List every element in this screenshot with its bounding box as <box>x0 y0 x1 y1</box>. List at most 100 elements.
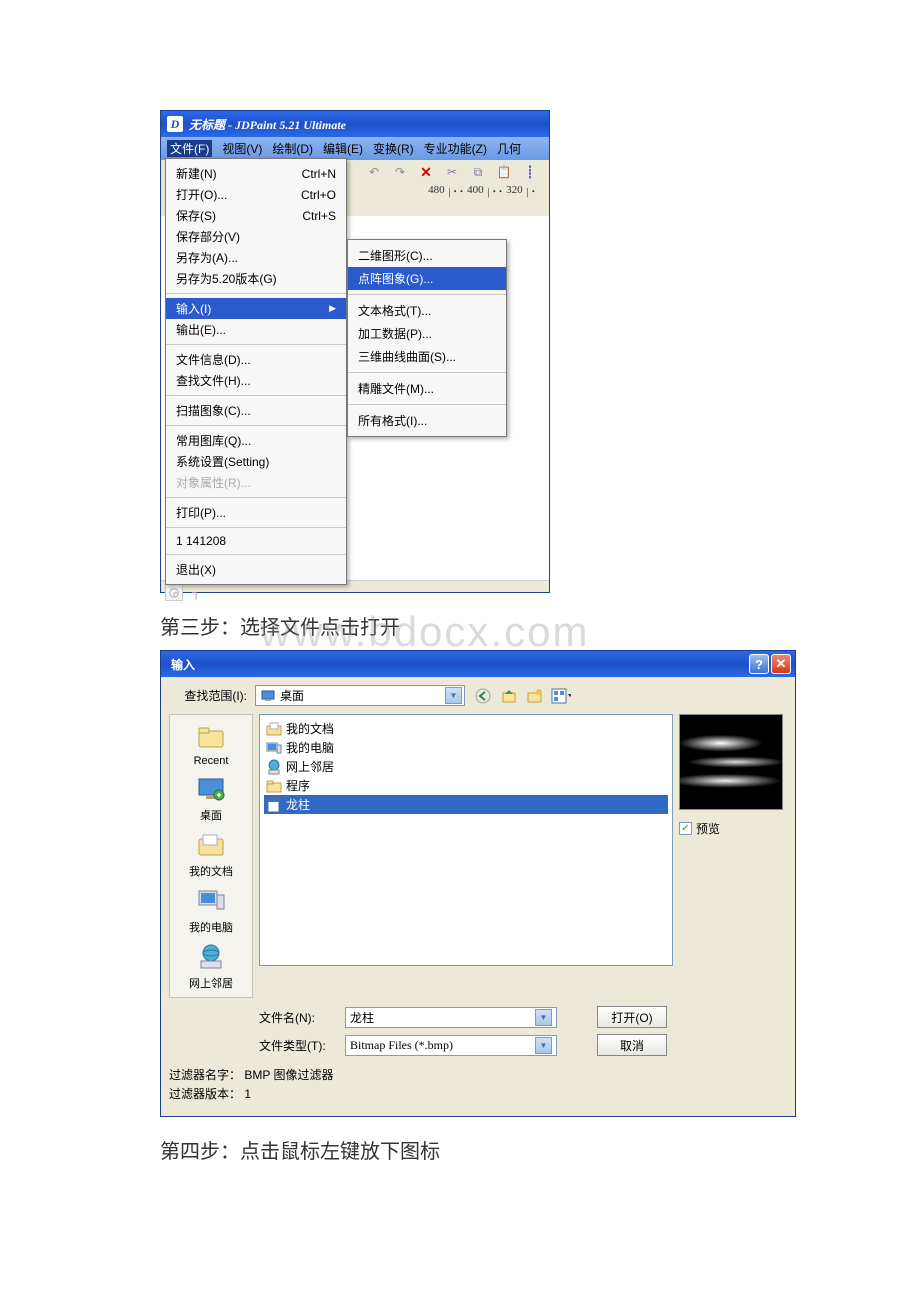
preview-label: 预览 <box>696 820 720 837</box>
help-button[interactable]: ? <box>749 654 769 674</box>
place-network[interactable]: 网上邻居 <box>189 941 233 991</box>
menu-file[interactable]: 文件(F) <box>167 140 212 157</box>
submenu-item[interactable]: 三维曲线曲面(S)... <box>348 345 506 368</box>
up-icon[interactable] <box>499 686 519 706</box>
menu-draw[interactable]: 绘制(D) <box>272 140 313 157</box>
tool-icon-2[interactable]: ┐ <box>187 583 205 601</box>
file-icon <box>266 759 282 775</box>
file-icon <box>266 740 282 756</box>
titlebar[interactable]: D 无标题 - JDPaint 5.21 Ultimate <box>161 111 549 137</box>
menu-view[interactable]: 视图(V) <box>222 140 262 157</box>
menubar: 文件(F) 视图(V) 绘制(D) 编辑(E) 变换(R) 专业功能(Z) 几何 <box>161 137 549 160</box>
menu-item[interactable]: 新建(N)Ctrl+N <box>166 163 346 184</box>
divider-icon: ┋ <box>521 164 539 180</box>
window-title: 无标题 - JDPaint 5.21 Ultimate <box>189 116 346 133</box>
preview-image <box>679 714 783 810</box>
submenu-item[interactable]: 所有格式(I)... <box>348 409 506 432</box>
menu-item[interactable]: 另存为5.20版本(G) <box>166 268 346 289</box>
menu-transform[interactable]: 变换(R) <box>373 140 414 157</box>
file-icon <box>266 721 282 737</box>
menu-item[interactable]: 输入(I)▶ <box>166 298 346 319</box>
menu-pro[interactable]: 专业功能(Z) <box>424 140 487 157</box>
place-recent[interactable]: Recent <box>194 721 229 767</box>
step3-text: 第三步：选择文件点击打开 <box>160 611 920 640</box>
file-icon <box>266 778 282 794</box>
menu-item[interactable]: 常用图库(Q)... <box>166 430 346 451</box>
place-desktop[interactable]: 桌面 <box>195 773 227 823</box>
filter-ver-label: 过滤器版本： <box>169 1087 241 1101</box>
documents-icon <box>195 829 227 861</box>
computer-icon <box>195 885 227 917</box>
submenu-item[interactable]: 二维图形(C)... <box>348 244 506 267</box>
menu-item[interactable]: 保存部分(V) <box>166 226 346 247</box>
chevron-down-icon[interactable]: ▼ <box>535 1037 552 1054</box>
open-dialog: 输入 ? ✕ 查找范围(I): 桌面 <box>160 650 796 1117</box>
submenu-item[interactable]: 加工数据(P)... <box>348 322 506 345</box>
input-submenu: 二维图形(C)...点阵图象(G)... 文本格式(T)...加工数据(P)...… <box>347 239 507 437</box>
place-documents[interactable]: 我的文档 <box>189 829 233 879</box>
copy-icon[interactable]: ⧉ <box>469 164 487 180</box>
checkbox-icon[interactable]: ✓ <box>679 822 692 835</box>
file-icon <box>266 797 282 813</box>
ruler: 480| ꞏ ꞏ 400| ꞏ ꞏ 320| ꞏ <box>428 184 539 199</box>
view-menu-icon[interactable] <box>551 686 571 706</box>
ruler-tick: 320 <box>506 184 523 199</box>
menu-geom[interactable]: 几何 <box>497 140 521 157</box>
file-item[interactable]: 我的文档 <box>264 719 668 738</box>
filter-name-label: 过滤器名字： <box>169 1068 241 1082</box>
file-item[interactable]: 我的电脑 <box>264 738 668 757</box>
chevron-down-icon[interactable] <box>445 687 462 704</box>
menu-item[interactable]: 查找文件(H)... <box>166 370 346 391</box>
menu-edit[interactable]: 编辑(E) <box>323 140 363 157</box>
desktop-place-icon <box>195 773 227 805</box>
menu-item[interactable]: 退出(X) <box>166 559 346 580</box>
step4-text: 第四步：点击鼠标左键放下图标 <box>160 1135 920 1164</box>
file-dropdown: 新建(N)Ctrl+N打开(O)...Ctrl+O保存(S)Ctrl+S保存部分… <box>165 158 347 585</box>
menu-item[interactable]: 文件信息(D)... <box>166 349 346 370</box>
close-button[interactable]: ✕ <box>771 654 791 674</box>
file-item[interactable]: 程序 <box>264 776 668 795</box>
filename-label: 文件名(N): <box>259 1009 337 1026</box>
menu-item[interactable]: 输出(E)... <box>166 319 346 340</box>
menu-item[interactable]: 打开(O)...Ctrl+O <box>166 184 346 205</box>
file-item[interactable]: 网上邻居 <box>264 757 668 776</box>
redo-icon[interactable]: ↷ <box>391 164 409 180</box>
delete-icon[interactable]: ✕ <box>417 164 435 180</box>
menu-item[interactable]: 打印(P)... <box>166 502 346 523</box>
submenu-item[interactable]: 文本格式(T)... <box>348 299 506 322</box>
preview-checkbox[interactable]: ✓ 预览 <box>679 820 787 837</box>
ruler-tick: 480 <box>428 184 445 199</box>
filetype-combo[interactable]: Bitmap Files (*.bmp) ▼ <box>345 1035 557 1056</box>
lookin-label: 查找范围(I): <box>169 687 247 704</box>
back-icon[interactable] <box>473 686 493 706</box>
menu-item[interactable]: 1 141208 <box>166 532 346 550</box>
menu-item[interactable]: 保存(S)Ctrl+S <box>166 205 346 226</box>
dialog-titlebar[interactable]: 输入 ? ✕ <box>161 651 795 677</box>
menu-item[interactable]: 系统设置(Setting) <box>166 451 346 472</box>
menu-item[interactable]: 扫描图象(C)... <box>166 400 346 421</box>
paste-icon[interactable]: 📋 <box>495 164 513 180</box>
filter-ver-value: 1 <box>244 1087 251 1101</box>
place-computer[interactable]: 我的电脑 <box>189 885 233 935</box>
filename-field[interactable]: 龙柱 ▼ <box>345 1007 557 1028</box>
submenu-item[interactable]: 点阵图象(G)... <box>348 267 506 290</box>
cut-icon[interactable]: ✂ <box>443 164 461 180</box>
preview-panel: ✓ 预览 <box>679 714 787 998</box>
menu-item[interactable]: 另存为(A)... <box>166 247 346 268</box>
new-folder-icon[interactable] <box>525 686 545 706</box>
filename-value: 龙柱 <box>350 1009 374 1026</box>
tool-icon[interactable]: ◶ <box>165 583 183 601</box>
lookin-combo[interactable]: 桌面 <box>255 685 465 706</box>
file-item[interactable]: 龙柱 <box>264 795 668 814</box>
submenu-item[interactable]: 精雕文件(M)... <box>348 377 506 400</box>
undo-icon[interactable]: ↶ <box>365 164 383 180</box>
filter-name-value: BMP 图像过滤器 <box>244 1068 333 1082</box>
cancel-button[interactable]: 取消 <box>597 1034 667 1056</box>
network-icon <box>195 941 227 973</box>
chevron-down-icon[interactable]: ▼ <box>535 1009 552 1026</box>
recent-icon <box>195 721 227 753</box>
open-button[interactable]: 打开(O) <box>597 1006 667 1028</box>
filter-info: 过滤器名字： BMP 图像过滤器 过滤器版本： 1 <box>169 1066 787 1104</box>
ruler-tick: 400 <box>467 184 484 199</box>
file-list[interactable]: 我的文档我的电脑网上邻居程序龙柱 <box>259 714 673 966</box>
